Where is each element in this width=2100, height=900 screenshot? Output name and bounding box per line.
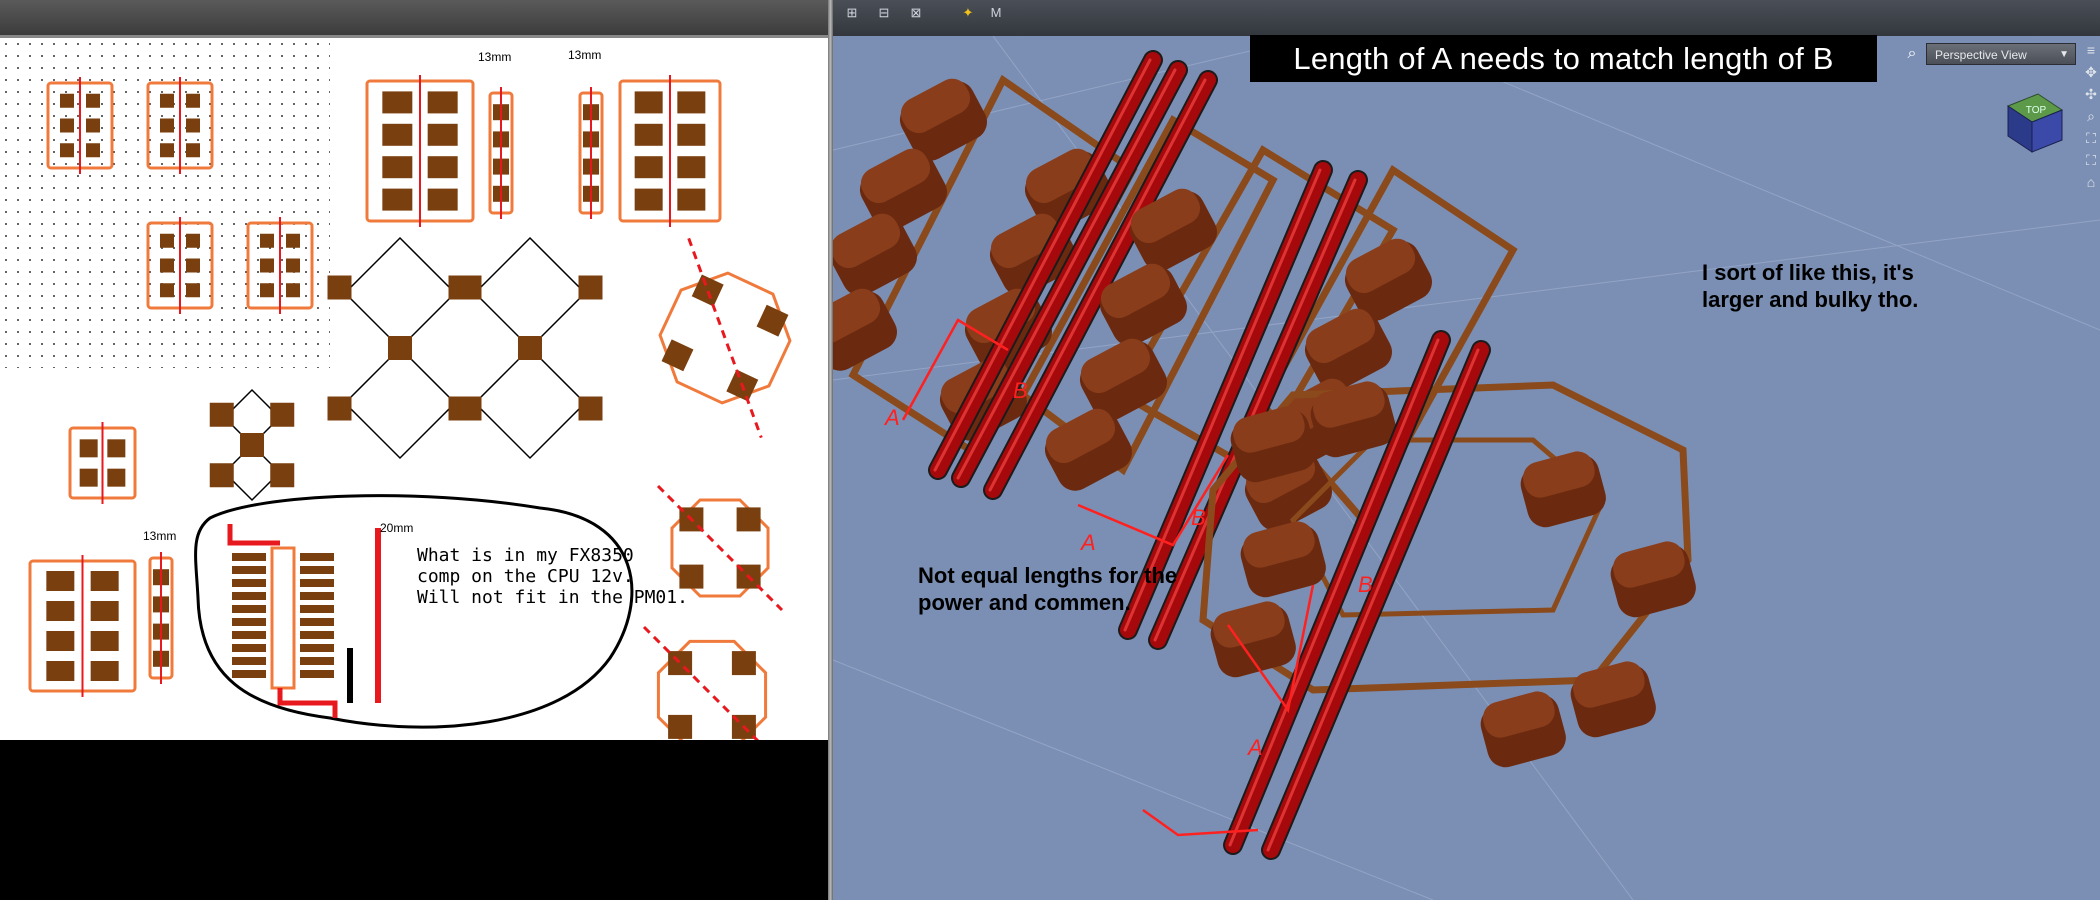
chevron-down-icon: ▼	[2059, 49, 2069, 60]
frame-all-icon[interactable]: ⛶	[2083, 150, 2099, 170]
home-icon[interactable]: ⌂	[2083, 172, 2099, 192]
pcb-annotation-note: What is in my FX8350 comp on the CPU 12v…	[417, 545, 688, 608]
pcb-toolbar	[0, 0, 828, 38]
note-larger-bulky: I sort of like this, it's larger and bul…	[1702, 260, 1919, 312]
viewport-toolbar: ⊞ ⊟ ⊠ ✦ M	[833, 0, 2100, 36]
scale-tool-icon[interactable]: ⊠	[905, 4, 927, 22]
note-unequal-lengths: Not equal lengths for the power and comm…	[918, 563, 1178, 615]
search-icon[interactable]: ⌕	[1901, 43, 1923, 65]
pcb-octagon-footprint	[658, 237, 792, 439]
zoom-icon[interactable]: ⌕	[2083, 106, 2099, 126]
pcb-x-footprint	[327, 236, 473, 460]
move-tool-icon[interactable]: ⊞	[841, 4, 863, 22]
cube-top-label: TOP	[2026, 105, 2047, 116]
pcb-footprint	[68, 422, 137, 504]
pcb-footprint	[28, 555, 137, 697]
pcb-x-footprint	[209, 388, 295, 502]
pcb-footprint	[148, 552, 174, 684]
capacitor-3d	[1480, 691, 1566, 768]
pcb-x-footprint	[457, 236, 603, 460]
annotation-marker: A	[1246, 735, 1263, 760]
pcb-canvas[interactable]: 13mm 13mm 13mm 20mm What is in my FX8350…	[0, 38, 828, 740]
annotation-marker: A	[883, 405, 900, 430]
pcb-footprint	[578, 87, 604, 219]
dimension-label: 20mm	[380, 521, 414, 535]
move-view-icon[interactable]: ✣	[2083, 84, 2099, 104]
annotation-marker: B	[1191, 505, 1206, 530]
dimension-label: 13mm	[478, 50, 512, 64]
capacitor-3d	[1240, 521, 1326, 598]
pcb-connector	[227, 524, 381, 718]
pan-icon[interactable]: ≡	[2083, 40, 2099, 60]
annotation-banner: Length of A needs to match length of B	[1250, 35, 1877, 82]
navigation-cube[interactable]: TOP	[2000, 88, 2070, 158]
measure-icon[interactable]: M	[985, 4, 1007, 22]
pcb-editor-panel: 13mm 13mm 13mm 20mm What is in my FX8350…	[0, 0, 828, 900]
capacitor-3d	[1570, 661, 1656, 738]
3d-viewport-panel[interactable]: B A A B A B ⊞ ⊟ ⊠ ✦ M Length of A needs to ma…	[833, 0, 2100, 900]
pcb-footprint	[618, 75, 722, 227]
perspective-view-label: Perspective View	[1935, 48, 2027, 62]
annotation-marker: B	[1013, 378, 1028, 403]
pcb-drawing	[0, 38, 792, 740]
pcb-octagon-footprint	[642, 625, 768, 740]
pcb-footprint	[365, 75, 475, 227]
frame-icon[interactable]: ⛶	[2083, 128, 2099, 148]
rotate-tool-icon[interactable]: ⊟	[873, 4, 895, 22]
perspective-view-dropdown[interactable]: Perspective View ▼	[1926, 43, 2076, 65]
annotation-marker: B	[1358, 572, 1373, 597]
annotation-marker: A	[1079, 530, 1096, 555]
pcb-footprint	[488, 87, 514, 219]
lightbulb-icon[interactable]: ✦	[957, 4, 979, 22]
dimension-label: 13mm	[568, 48, 602, 62]
3d-viewport-scene: B A A B A B	[833, 35, 2100, 900]
dimension-label: 13mm	[143, 529, 177, 543]
orbit-icon[interactable]: ✥	[2083, 62, 2099, 82]
